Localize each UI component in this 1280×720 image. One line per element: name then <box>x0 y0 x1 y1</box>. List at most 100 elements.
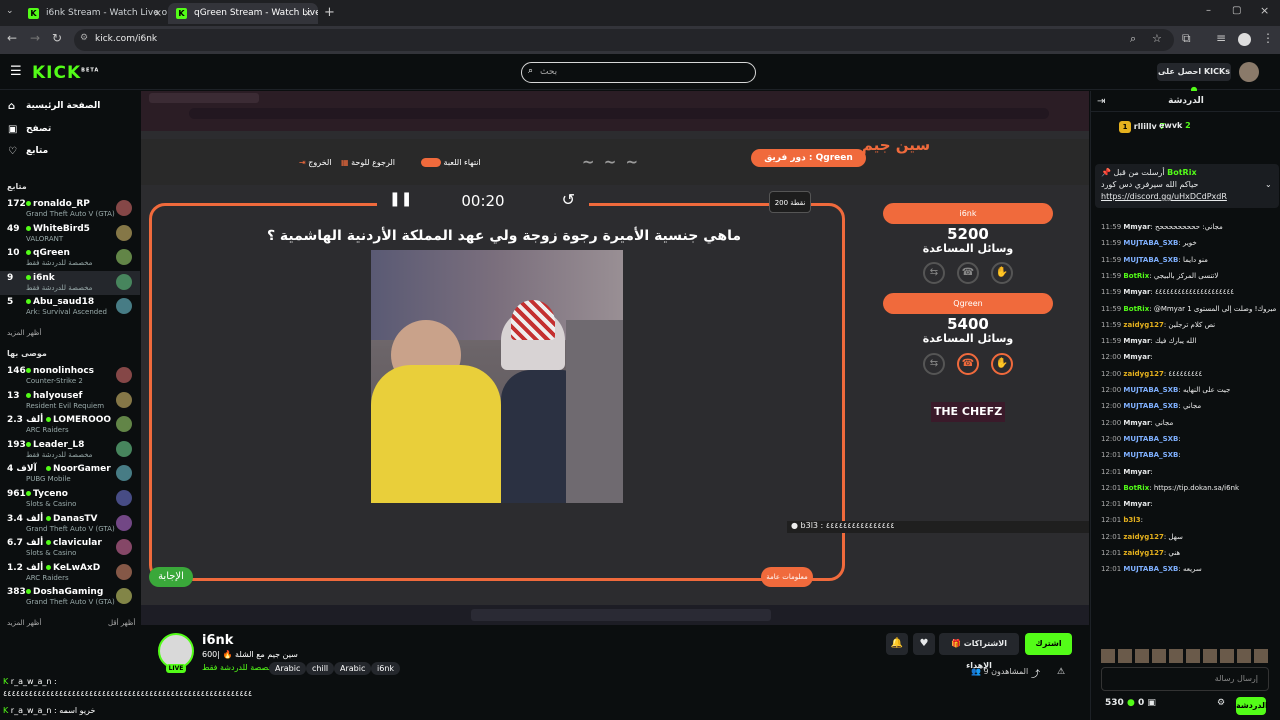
forward-icon[interactable]: → <box>30 31 40 45</box>
extensions-icon[interactable]: ⧉ <box>1182 31 1191 46</box>
avatar <box>116 200 132 216</box>
new-tab-button[interactable]: + <box>324 5 335 20</box>
channel-name: qGreen <box>24 248 70 258</box>
close-tab-icon[interactable]: × <box>154 3 162 24</box>
notifications-button[interactable]: 🔔 <box>886 633 908 655</box>
search-input[interactable]: ⌕ بحث <box>521 62 756 83</box>
menu-icon[interactable]: ⋮ <box>1262 31 1274 45</box>
chat-message: 12:01 Mmyar: <box>1101 467 1153 476</box>
sidebar-channel[interactable]: 4 آلاف NoorGamer PUBG Mobile <box>0 462 140 486</box>
stream-title: سين جيم مع الشلة 🔥 |600 <box>202 650 298 659</box>
zoom-icon[interactable]: ⌕ <box>1130 32 1136 46</box>
tag[interactable]: Arabic <box>334 662 372 675</box>
sidebar-channel[interactable]: 10 qGreen مخصصة للدردشة فقط <box>0 246 140 270</box>
profile-icon[interactable] <box>1238 33 1251 46</box>
stream-category[interactable]: مخصصة للدردشة فقط <box>202 663 278 672</box>
team-turn-badge: دور فريق : Qgreen <box>751 149 866 167</box>
tag[interactable]: chill <box>306 662 335 675</box>
chat-message: 12:01 BotRix: https://tip.dokan.sa/i6nk <box>1101 483 1240 492</box>
kick-logo[interactable]: KICKBETA <box>32 63 99 83</box>
swap-icon[interactable]: ⇆ <box>923 353 945 375</box>
channel-name[interactable]: i6nk <box>202 633 233 648</box>
chevron-down-icon[interactable]: ⌄ <box>1265 180 1272 189</box>
follow-button[interactable]: اشترك <box>1025 633 1072 655</box>
chat-send-button[interactable]: الدردشة <box>1236 697 1268 715</box>
settings-icon[interactable]: ⚙ <box>1217 698 1225 708</box>
tag[interactable]: Arabic <box>269 662 307 675</box>
answer-button[interactable]: الإجابة <box>149 567 193 587</box>
sidebar-channel[interactable]: 383 DoshaGaming Grand Theft Auto V (GTA) <box>0 585 140 609</box>
sidebar-channel[interactable]: 146 nonolinhocs Counter-Strike 2 <box>0 364 140 388</box>
viewer-count: 1.2 ألف <box>7 562 44 573</box>
swap-icon[interactable]: ⇆ <box>923 262 945 284</box>
channel-name: Abu_saud18 <box>24 297 94 307</box>
gift-subs-button[interactable]: 🎁 الاشتراكات الإهداء <box>939 633 1019 670</box>
favorite-button[interactable]: ♥ <box>913 633 935 655</box>
exit-button[interactable]: ⇥ الخروج <box>299 155 332 170</box>
back-icon[interactable]: ← <box>7 31 17 45</box>
show-less-link[interactable]: أظهر أقل <box>108 619 135 627</box>
report-icon[interactable]: ⚠ <box>1057 667 1065 677</box>
close-tab-icon[interactable]: × <box>304 3 312 24</box>
pinned-link[interactable]: https://discord.gg/uHxDCdPxdR <box>1101 192 1227 201</box>
chat-ticker: K r_a_w_a_n : ٤٤٤٤٤٤٤٤٤٤٤٤٤٤٤٤٤٤٤٤٤٤٤٤٤٤… <box>0 675 330 720</box>
team-1-score: 5200 <box>947 225 989 243</box>
maximize-button[interactable]: ▢ <box>1232 5 1241 16</box>
emote-bar[interactable] <box>1101 649 1271 663</box>
avatar <box>116 514 132 531</box>
chat-message: 11:59 MUJTABA_SXB: خوير <box>1101 239 1197 248</box>
avatar <box>116 465 132 482</box>
sidebar-channel[interactable]: 13 halyousef Resident Evil Requiem <box>0 389 140 413</box>
show-more-link[interactable]: أظهر المزيد <box>7 619 41 627</box>
phone-icon[interactable]: ☎ <box>957 262 979 284</box>
sidebar-channel[interactable]: 6.7 ألف clavicular Slots & Casino <box>0 536 140 560</box>
video-player[interactable]: انتهاء اللعبة ▦ الرجوع للوحة ⇥ الخروج ~ … <box>141 91 1089 625</box>
show-more-link[interactable]: أظهر المزيد <box>7 329 41 337</box>
hand-icon[interactable]: ✋ <box>991 353 1013 375</box>
get-kicks-button[interactable]: احصل على KICKs ● <box>1157 63 1231 94</box>
pinned-header: 📌 أرسلت من قبل BotRix <box>1101 168 1197 177</box>
team-2-helps-label: وسائل المساعدة <box>922 332 1014 345</box>
chat-input[interactable]: إرسال رسالة <box>1101 667 1269 691</box>
close-window-button[interactable]: × <box>1260 4 1269 17</box>
media-icon[interactable]: ≡ <box>1216 31 1226 45</box>
end-game-button[interactable]: انتهاء اللعبة <box>421 155 481 170</box>
reset-timer-icon[interactable]: ↺ <box>562 190 575 209</box>
browser-tab-1[interactable]: K i6nk Stream - Watch Live o × <box>20 3 168 24</box>
sidebar-channel[interactable]: 193 Leader_L8 مخصصة للدردشة فقط <box>0 438 140 462</box>
sidebar-channel[interactable]: 961 Tyceno Slots & Casino <box>0 487 140 511</box>
pinned-message: 📌 أرسلت من قبل BotRix حياكم الله سيرفري … <box>1095 164 1279 208</box>
hamburger-menu-icon[interactable]: ☰ <box>10 64 22 79</box>
chat-message: 11:59 BotRix: لاتنسى المركز بالبيجي <box>1101 271 1219 280</box>
minimize-button[interactable]: – <box>1206 5 1211 16</box>
site-info-icon[interactable]: ⚙ <box>80 33 88 43</box>
bookmark-star-icon[interactable]: ☆ <box>1152 32 1162 45</box>
sidebar-channel[interactable]: 3.4 ألف DanasTV Grand Theft Auto V (GTA) <box>0 512 140 536</box>
general-info-button[interactable]: معلومات عامة <box>761 567 813 587</box>
phone-icon[interactable]: ☎ <box>957 353 979 375</box>
sidebar-channel[interactable]: 172 ronaldo_RP Grand Theft Auto V (GTA) <box>0 197 140 221</box>
channel-name: NoorGamer <box>44 464 111 474</box>
sidebar-channel[interactable]: 9 i6nk مخصصة للدردشة فقط <box>0 270 140 295</box>
channel-category: Slots & Casino <box>26 549 77 558</box>
viewer-count: 10 <box>7 248 20 259</box>
avatar[interactable] <box>1239 62 1259 82</box>
channel-name: clavicular <box>44 538 102 548</box>
sidebar-channel[interactable]: 49 WhiteBird5 VALORANT <box>0 222 140 246</box>
channel-name: halyousef <box>24 391 82 401</box>
viewer-count: 13 <box>7 390 20 401</box>
sidebar-channel[interactable]: 2.3 ألف LOMEROOO ARC Raiders <box>0 413 140 437</box>
tab-list-icon[interactable]: ⌄ <box>6 6 14 16</box>
inner-taskbar <box>141 605 1089 625</box>
browser-tab-2[interactable]: K qGreen Stream - Watch Live o × <box>168 3 318 24</box>
reload-icon[interactable]: ↻ <box>52 31 62 45</box>
channel-name: Leader_L8 <box>24 440 84 450</box>
share-icon[interactable]: ⤴ <box>1031 667 1040 680</box>
sidebar-channel[interactable]: 5 Abu_saud18 Ark: Survival Ascended <box>0 295 140 319</box>
back-to-board-button[interactable]: ▦ الرجوع للوحة <box>341 155 395 170</box>
sidebar-channel[interactable]: 1.2 ألف KeLwAxD ARC Raiders <box>0 561 140 585</box>
url-field[interactable]: ⚙ kick.com/i6nk ⌕ ☆ <box>74 29 1174 51</box>
tag[interactable]: i6nk <box>371 662 401 675</box>
inner-tab <box>149 93 259 103</box>
hand-icon[interactable]: ✋ <box>991 262 1013 284</box>
